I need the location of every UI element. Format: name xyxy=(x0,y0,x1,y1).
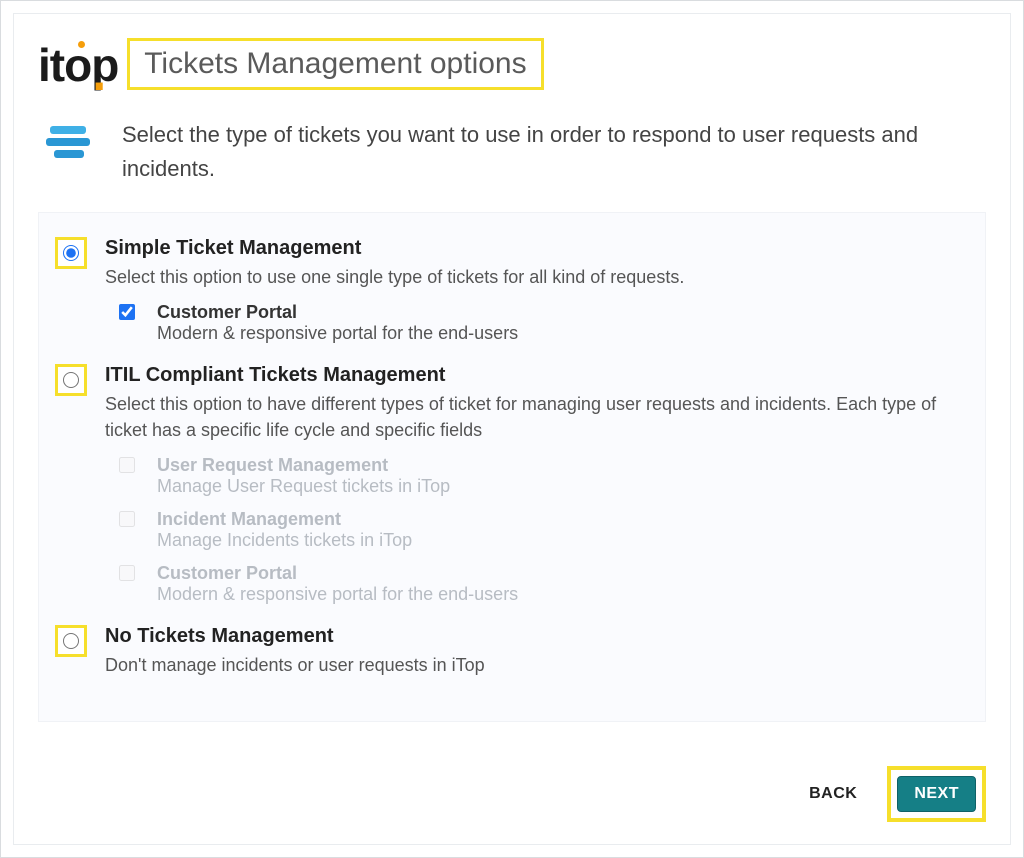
option-body: Simple Ticket Management Select this opt… xyxy=(105,237,969,344)
logo-period-icon: . xyxy=(92,58,105,88)
radio-simple[interactable] xyxy=(63,245,79,261)
wizard-footer: BACK NEXT xyxy=(805,766,986,822)
option-desc: Select this option to have different typ… xyxy=(105,391,969,443)
option-none: No Tickets Management Don't manage incid… xyxy=(55,619,969,692)
option-desc: Don't manage incidents or user requests … xyxy=(105,652,969,678)
sub-customer-portal-itil: Customer Portal Modern & responsive port… xyxy=(119,563,969,605)
checkbox-customer-portal-itil xyxy=(119,565,135,581)
option-desc: Select this option to use one single typ… xyxy=(105,264,969,290)
sub-customer-portal: Customer Portal Modern & responsive port… xyxy=(119,302,969,344)
radio-itil-highlight xyxy=(55,364,87,396)
checkbox-customer-portal[interactable] xyxy=(119,304,135,320)
radio-none-highlight xyxy=(55,625,87,657)
option-body: ITIL Compliant Tickets Management Select… xyxy=(105,364,969,605)
sub-user-request: User Request Management Manage User Requ… xyxy=(119,455,969,497)
sub-desc: Modern & responsive portal for the end-u… xyxy=(157,323,518,344)
header: itop . Tickets Management options xyxy=(38,38,986,90)
tickets-stack-icon xyxy=(44,118,92,176)
itop-logo: itop . xyxy=(38,41,105,88)
sub-desc: Manage Incidents tickets in iTop xyxy=(157,530,412,551)
sub-desc: Manage User Request tickets in iTop xyxy=(157,476,450,497)
window-frame: itop . Tickets Management options Select… xyxy=(0,0,1024,858)
logo-dot-icon xyxy=(78,41,85,48)
brand-text: itop xyxy=(38,42,118,88)
sub-title: Incident Management xyxy=(157,509,412,530)
sub-incident: Incident Management Manage Incidents tic… xyxy=(119,509,969,551)
intro-text: Select the type of tickets you want to u… xyxy=(122,118,980,186)
checkbox-incident xyxy=(119,511,135,527)
checkbox-user-request xyxy=(119,457,135,473)
option-title: Simple Ticket Management xyxy=(105,237,969,260)
next-button[interactable]: NEXT xyxy=(897,776,976,812)
radio-itil[interactable] xyxy=(63,372,79,388)
option-simple: Simple Ticket Management Select this opt… xyxy=(55,231,969,358)
sub-title: User Request Management xyxy=(157,455,450,476)
option-title: No Tickets Management xyxy=(105,625,969,648)
options-container: Simple Ticket Management Select this opt… xyxy=(38,212,986,721)
next-button-highlight: NEXT xyxy=(887,766,986,822)
page-title: Tickets Management options xyxy=(127,38,543,90)
sub-desc: Modern & responsive portal for the end-u… xyxy=(157,584,518,605)
option-body: No Tickets Management Don't manage incid… xyxy=(105,625,969,678)
sub-title: Customer Portal xyxy=(157,302,518,323)
back-button[interactable]: BACK xyxy=(805,777,861,811)
option-itil: ITIL Compliant Tickets Management Select… xyxy=(55,358,969,619)
intro-row: Select the type of tickets you want to u… xyxy=(38,118,986,212)
option-title: ITIL Compliant Tickets Management xyxy=(105,364,969,387)
radio-simple-highlight xyxy=(55,237,87,269)
sub-title: Customer Portal xyxy=(157,563,518,584)
wizard-panel: itop . Tickets Management options Select… xyxy=(13,13,1011,845)
radio-none[interactable] xyxy=(63,633,79,649)
